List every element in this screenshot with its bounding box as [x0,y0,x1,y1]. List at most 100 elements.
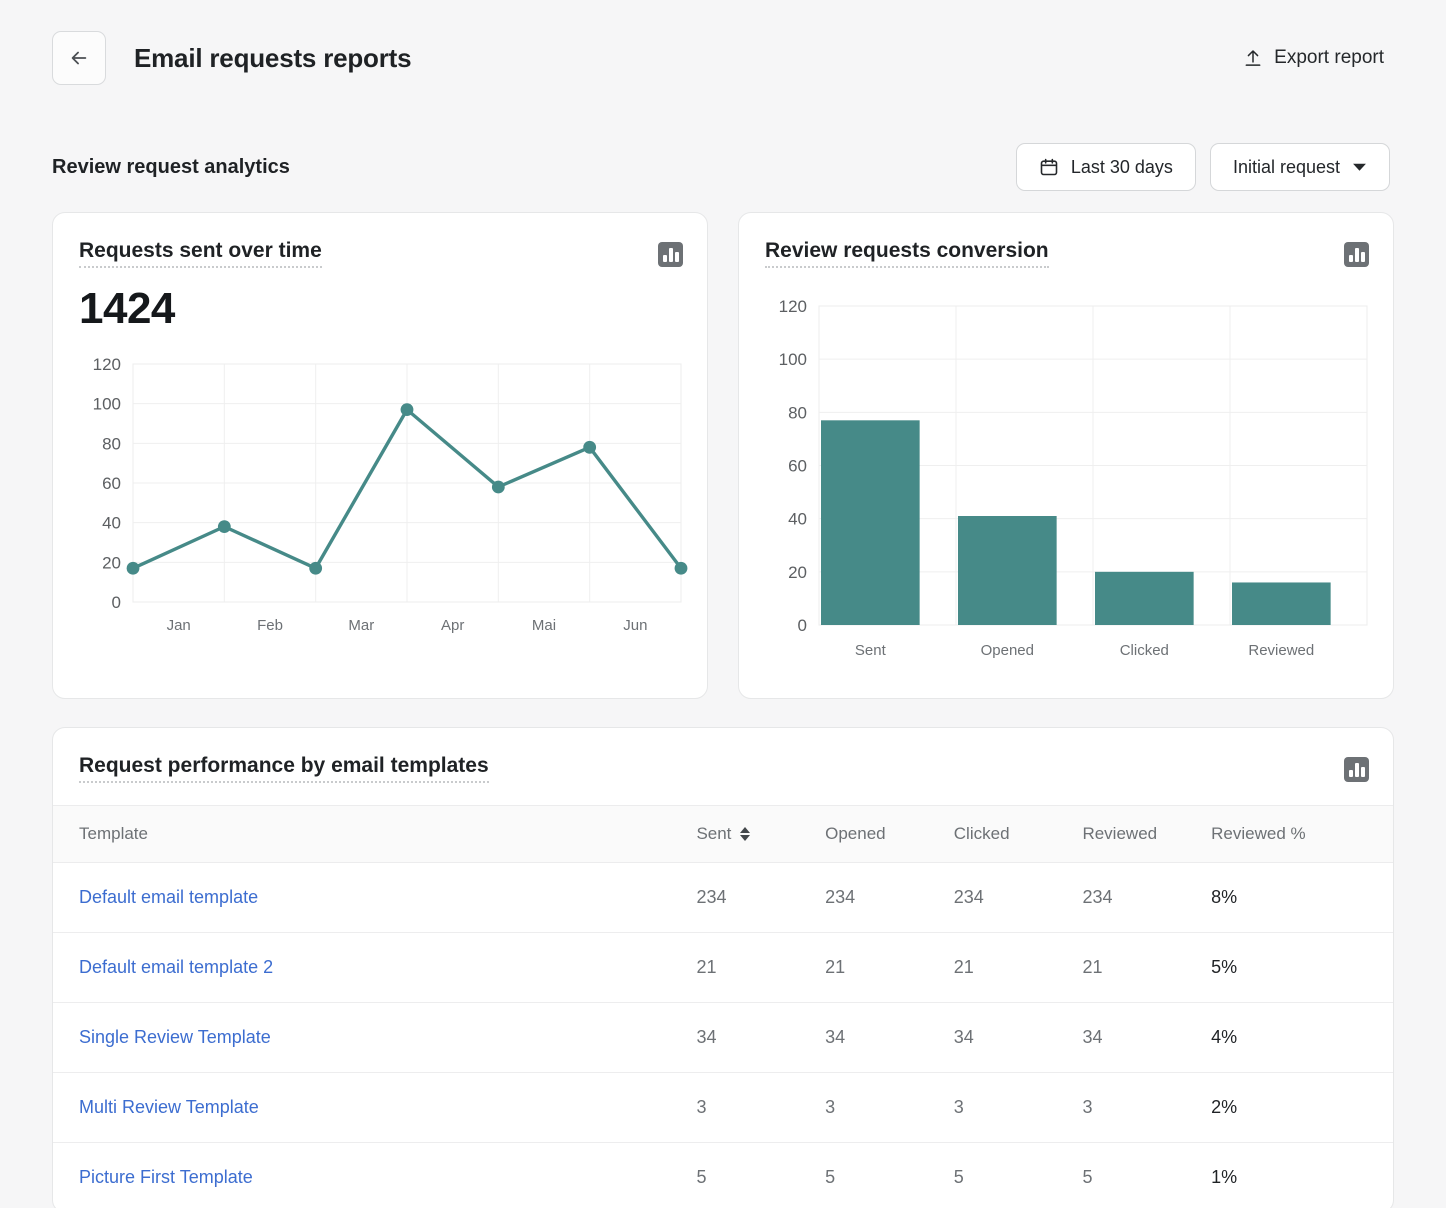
cell-sent: 5 [696,1143,825,1208]
filters-group: Last 30 days Initial request [1016,143,1390,191]
column-header-reviewed-pct-label: Reviewed % [1211,824,1306,844]
x-tick-label: Feb [257,617,283,634]
template-link[interactable]: Single Review Template [79,1027,271,1047]
requests-sent-total: 1424 [53,268,707,334]
y-tick-label: 60 [788,457,807,476]
x-tick-label: Jun [623,617,647,634]
x-tick-label: Mai [532,617,556,634]
cell-sent: 234 [696,863,825,933]
cell-opened: 5 [825,1143,954,1208]
table-body: Default email template2342342342348%Defa… [53,863,1393,1208]
export-report-button[interactable]: Export report [1241,41,1386,75]
section-title: Review request analytics [52,156,290,179]
export-upload-icon [1243,48,1263,69]
cell-clicked: 234 [954,863,1083,933]
data-point [583,441,596,454]
sort-icon[interactable] [740,827,750,841]
bar-chart-icon[interactable] [658,242,683,267]
cell-reviewed-pct: 5% [1211,933,1393,1003]
cell-clicked: 3 [954,1073,1083,1143]
date-range-label: Last 30 days [1071,157,1173,178]
export-report-label: Export report [1274,47,1384,69]
y-tick-label: 120 [93,355,121,374]
conversion-title: Review requests conversion [765,239,1049,268]
cell-template: Default email template [53,863,696,933]
bar-chart-icon[interactable] [1344,242,1369,267]
cell-opened: 21 [825,933,954,1003]
data-point [401,403,414,416]
column-header-opened[interactable]: Opened [825,806,954,863]
request-type-filter[interactable]: Initial request [1210,143,1390,191]
data-point [492,481,505,494]
table-row: Default email template2342342342348% [53,863,1393,933]
template-performance-header: Request performance by email templates [53,728,1393,805]
table-row: Picture First Template55551% [53,1143,1393,1208]
cell-reviewed: 21 [1082,933,1211,1003]
y-tick-label: 60 [102,474,121,493]
y-tick-label: 40 [788,510,807,529]
date-range-filter[interactable]: Last 30 days [1016,143,1196,191]
table-row: Single Review Template343434344% [53,1003,1393,1073]
y-tick-label: 100 [779,350,807,369]
table-row: Default email template 2212121215% [53,933,1393,1003]
column-header-opened-label: Opened [825,824,886,844]
column-header-template-label: Template [79,824,148,844]
cell-reviewed: 34 [1082,1003,1211,1073]
x-tick-label: Reviewed [1248,642,1314,659]
template-link[interactable]: Default email template 2 [79,957,273,977]
column-header-reviewed-pct[interactable]: Reviewed % [1211,806,1393,863]
bar-chart-icon[interactable] [1344,757,1369,782]
cell-clicked: 34 [954,1003,1083,1073]
cell-reviewed: 3 [1082,1073,1211,1143]
column-header-sent-label: Sent [696,824,731,844]
back-button[interactable] [52,31,106,85]
bar [958,516,1057,625]
cell-clicked: 21 [954,933,1083,1003]
x-tick-label: Opened [981,642,1034,659]
data-point [218,520,231,533]
requests-sent-card-header: Requests sent over time [53,213,707,268]
column-header-reviewed[interactable]: Reviewed [1082,806,1211,863]
template-performance-title: Request performance by email templates [79,754,489,783]
page-title: Email requests reports [134,43,411,74]
page-header: Email requests reports Export report [0,0,1446,116]
cell-template: Single Review Template [53,1003,696,1073]
cell-opened: 34 [825,1003,954,1073]
template-link[interactable]: Default email template [79,887,258,907]
column-header-sent[interactable]: Sent [696,806,825,863]
data-point [675,562,688,575]
requests-sent-title: Requests sent over time [79,239,322,268]
chevron-down-icon [1352,162,1367,172]
requests-sent-line-chart: 020406080100120JanFebMarAprMaiJun [71,354,691,644]
bar-chart-wrap: 020406080100120SentOpenedClickedReviewed [739,268,1393,698]
cell-template: Default email template 2 [53,933,696,1003]
y-tick-label: 80 [102,434,121,453]
template-performance-card: Request performance by email templates T… [52,727,1394,1208]
conversion-card-header: Review requests conversion [739,213,1393,268]
column-header-clicked[interactable]: Clicked [954,806,1083,863]
template-link[interactable]: Picture First Template [79,1167,253,1187]
line-chart-wrap: 020406080100120JanFebMarAprMaiJun [53,334,707,671]
cell-sent: 3 [696,1073,825,1143]
y-tick-label: 20 [102,553,121,572]
table-row: Multi Review Template33332% [53,1073,1393,1143]
cell-opened: 234 [825,863,954,933]
requests-sent-card: Requests sent over time 1424 02040608010… [52,212,708,699]
x-tick-label: Sent [855,642,887,659]
column-header-template[interactable]: Template [53,806,696,863]
cell-reviewed-pct: 8% [1211,863,1393,933]
y-tick-label: 0 [798,616,807,635]
x-tick-label: Jan [167,617,191,634]
request-type-label: Initial request [1233,157,1340,178]
data-point [309,562,322,575]
charts-row: Requests sent over time 1424 0 20 40 60 80 10… [0,212,1446,699]
template-link[interactable]: Multi Review Template [79,1097,259,1117]
y-tick-label: 100 [93,395,121,414]
cell-sent: 34 [696,1003,825,1073]
y-tick-label: 20 [788,563,807,582]
cell-reviewed: 234 [1082,863,1211,933]
cell-template: Picture First Template [53,1143,696,1208]
table-header: Template Sent Opened Clicked [53,806,1393,863]
cell-reviewed-pct: 1% [1211,1143,1393,1208]
cell-clicked: 5 [954,1143,1083,1208]
